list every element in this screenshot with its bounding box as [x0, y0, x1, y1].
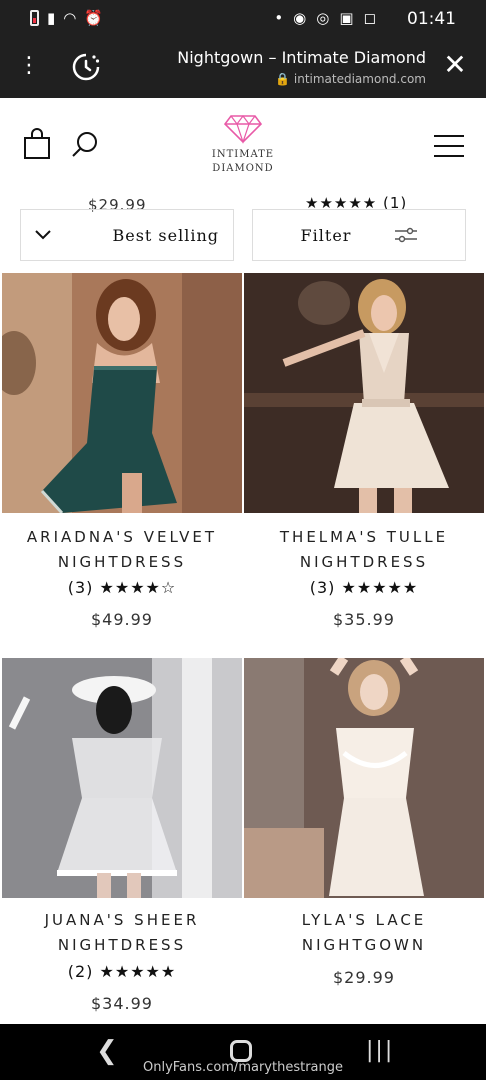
product-image[interactable]	[2, 658, 242, 898]
product-image[interactable]	[244, 273, 484, 513]
product-name-line1: ARIADNA'S VELVET	[26, 528, 218, 546]
status-icons-left: ▮ ◠ ⏰	[30, 9, 103, 27]
notification-dot: •	[274, 9, 284, 27]
product-image[interactable]	[2, 273, 242, 513]
image-icon: ▣	[339, 9, 354, 27]
logo-line1: INTIMATE	[211, 149, 275, 160]
chevron-down-icon	[35, 230, 51, 240]
rating-count: (2)	[67, 962, 94, 981]
product-name-line2: NIGHTGOWN	[301, 936, 427, 954]
watermark: OnlyFans.com/marythestrange	[143, 1060, 343, 1075]
product-price: $49.99	[91, 610, 153, 629]
wifi-icon: ◠	[63, 9, 77, 27]
page-title: Nightgown – Intimate Diamond	[177, 48, 426, 67]
product-card[interactable]: THELMA'S TULLE NIGHTDRESS (3) ★★★★★ $35.…	[244, 273, 484, 643]
signal-icon: ▮	[47, 9, 56, 27]
filter-button[interactable]: Filter	[252, 209, 466, 261]
status-bar: ▮ ◠ ⏰ • ◉ ◎ ▣ ◻ 01:41	[0, 0, 486, 36]
product-card[interactable]: LYLA'S LACE NIGHTGOWN $29.99	[244, 658, 484, 1024]
filter-label: Filter	[300, 225, 352, 245]
close-icon[interactable]: ✕	[440, 49, 470, 81]
diamond-icon	[223, 115, 263, 144]
rating-stars: ★★★★☆	[99, 578, 177, 597]
product-name-line1: THELMA'S TULLE	[279, 528, 449, 546]
chat-icon: ◻	[363, 9, 376, 27]
product-rating: (3) ★★★★★	[244, 578, 484, 597]
product-price: $35.99	[333, 610, 395, 629]
sort-label: Best selling	[112, 225, 219, 245]
logo-line2: DIAMOND	[212, 163, 274, 174]
rating-stars: ★★★★★	[99, 962, 177, 981]
product-name-line1: JUANA'S SHEER	[44, 911, 200, 929]
rating-count: (3)	[67, 578, 94, 597]
sort-select[interactable]: Best selling	[20, 209, 234, 261]
product-card[interactable]: ARIADNA'S VELVET NIGHTDRESS (3) ★★★★☆ $4…	[2, 273, 242, 643]
alarm-icon: ⏰	[84, 9, 104, 27]
product-name[interactable]: LYLA'S LACE NIGHTGOWN	[244, 908, 484, 958]
status-time: 01:41	[407, 9, 456, 29]
product-price: $34.99	[91, 994, 153, 1013]
product-rating: (3) ★★★★☆	[2, 578, 242, 597]
product-card[interactable]: JUANA'S SHEER NIGHTDRESS (2) ★★★★★ $34.9…	[2, 658, 242, 1024]
product-image[interactable]	[244, 658, 484, 898]
product-name-line2: NIGHTDRESS	[57, 553, 187, 571]
product-name-line1: LYLA'S LACE	[301, 911, 427, 929]
rating-count: (3)	[309, 578, 336, 597]
product-name[interactable]: THELMA'S TULLE NIGHTDRESS	[244, 525, 484, 575]
site-logo[interactable]: INTIMATE DIAMOND	[195, 114, 291, 176]
search-icon[interactable]	[70, 130, 100, 160]
more-menu-icon[interactable]: ⋮	[18, 53, 40, 79]
product-rating: (2) ★★★★★	[2, 962, 242, 981]
rating-stars: ★★★★★	[341, 578, 419, 597]
page-url[interactable]: 🔒 intimatediamond.com	[275, 72, 426, 86]
battery-icon	[30, 10, 39, 26]
product-price: $29.99	[333, 968, 395, 987]
product-name-line2: NIGHTDRESS	[57, 936, 187, 954]
app-notification-icon: ◉	[293, 9, 307, 27]
cart-icon[interactable]	[22, 128, 52, 160]
product-name[interactable]: ARIADNA'S VELVET NIGHTDRESS	[2, 525, 242, 575]
hamburger-menu-icon[interactable]	[434, 134, 464, 158]
timer-icon[interactable]	[70, 51, 102, 83]
url-text: intimatediamond.com	[293, 72, 426, 86]
product-name[interactable]: JUANA'S SHEER NIGHTDRESS	[2, 908, 242, 958]
status-icons-right: • ◉ ◎ ▣ ◻	[274, 9, 376, 27]
sliders-icon	[395, 227, 418, 243]
product-name-line2: NIGHTDRESS	[299, 553, 429, 571]
shield-icon: ◎	[316, 9, 330, 27]
home-icon[interactable]	[230, 1040, 252, 1062]
site-header: INTIMATE DIAMOND	[0, 98, 486, 198]
browser-bar: ⋮ Nightgown – Intimate Diamond 🔒 intimat…	[0, 36, 486, 98]
